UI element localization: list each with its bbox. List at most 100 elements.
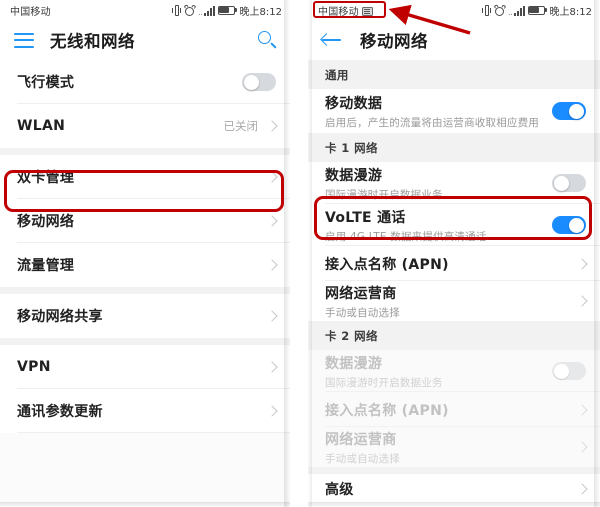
battery-icon — [527, 5, 547, 15]
row-title: 接入点名称 (APN) — [325, 402, 449, 419]
right-app-bar: 移动网络 — [308, 20, 600, 60]
row-subtitle: 国际漫游时开启数据业务 — [325, 376, 443, 389]
row-text: 流量管理 — [17, 255, 264, 275]
left-settings-list[interactable]: 飞行模式 WLAN 已关闭 双卡管理 移动网络 流量管理 移动网络共享 VPN … — [0, 60, 290, 507]
data-roaming-toggle-sim2 — [552, 362, 586, 380]
row-text: 移动数据 启用后，产生的流量将由运营商收取相应费用 — [325, 93, 552, 130]
mobile-data-toggle[interactable] — [552, 102, 586, 120]
row-subtitle: 国际漫游时开启数据业务 — [325, 188, 443, 201]
row-title: WLAN — [17, 118, 66, 134]
row-mobile-data[interactable]: 移动数据 启用后，产生的流量将由运营商收取相应费用 — [308, 89, 600, 133]
search-icon[interactable] — [258, 31, 277, 49]
screenshot-root: 中国移动 .. 晚上8:12 无线和网络 飞行模式 WLAN 已关闭 双卡管理 … — [0, 0, 600, 507]
vibrate-icon — [172, 4, 182, 16]
left-app-bar: 无线和网络 — [0, 20, 290, 60]
row-network-operator-sim2: 网络运营商 手动或自动选择 — [308, 427, 600, 467]
wlan-status-value: 已关闭 — [223, 119, 259, 133]
page-title: 移动网络 — [360, 32, 428, 51]
battery-icon — [217, 5, 237, 15]
carrier-label: 中国移动 — [318, 6, 359, 18]
volte-toggle[interactable] — [552, 216, 586, 234]
sidebar-item-wlan[interactable]: WLAN 已关闭 — [0, 104, 290, 148]
section-header-general: 通用 — [308, 60, 600, 89]
left-status-bar: 中国移动 .. 晚上8:12 — [0, 0, 290, 20]
chevron-right-icon — [576, 441, 588, 453]
mobile-network-settings-list[interactable]: 通用 移动数据 启用后，产生的流量将由运营商收取相应费用 卡 1 网络 数据漫游… — [308, 60, 600, 507]
group-separator — [0, 338, 290, 345]
settings-group: 飞行模式 WLAN 已关闭 — [0, 60, 290, 148]
row-title: 高级 — [325, 482, 354, 498]
row-subtitle: 手动或自动选择 — [325, 452, 400, 465]
settings-group-disabled: 数据漫游 国际漫游时开启数据业务 接入点名称 (APN) 网络运营商 手动或自动… — [308, 350, 600, 467]
row-text: 接入点名称 (APN) — [325, 254, 574, 274]
alarm-icon — [183, 3, 196, 16]
row-title: VPN — [17, 359, 51, 375]
status-bar-icons: .. 晚上8:12 — [482, 3, 592, 18]
group-separator — [308, 467, 600, 474]
row-text: 移动网络共享 — [17, 306, 264, 326]
row-subtitle: 启用 4G LTE 数据来提供高清通话 — [325, 230, 487, 243]
chevron-right-icon — [266, 120, 278, 132]
row-title: 网络运营商 — [325, 285, 397, 302]
sidebar-item-tethering[interactable]: 移动网络共享 — [0, 294, 290, 338]
row-divider — [17, 432, 290, 433]
sidebar-item-dual-sim[interactable]: 双卡管理 — [0, 155, 290, 199]
row-advanced[interactable]: 高级 — [308, 474, 600, 504]
settings-group: 双卡管理 移动网络 流量管理 — [0, 155, 290, 287]
sidebar-item-data-usage[interactable]: 流量管理 — [0, 243, 290, 287]
row-title: 飞行模式 — [17, 75, 75, 91]
row-title: VoLTE 通话 — [325, 209, 406, 226]
chevron-right-icon — [266, 215, 278, 227]
page-title: 无线和网络 — [50, 32, 135, 51]
row-title: 数据漫游 — [325, 167, 383, 184]
row-title: 网络运营商 — [325, 431, 397, 448]
sidebar-item-airplane-mode[interactable]: 飞行模式 — [0, 60, 290, 104]
row-text: 网络运营商 手动或自动选择 — [325, 429, 574, 466]
row-text: 移动网络 — [17, 211, 264, 231]
row-text: 数据漫游 国际漫游时开启数据业务 — [325, 353, 552, 390]
signal-icon: .. — [198, 5, 215, 16]
row-title: 移动网络 — [17, 214, 75, 230]
sidebar-item-vpn[interactable]: VPN — [0, 345, 290, 389]
row-title: 通讯参数更新 — [17, 404, 103, 420]
row-data-roaming-sim2: 数据漫游 国际漫游时开启数据业务 — [308, 350, 600, 392]
signal-icon: .. — [508, 5, 525, 16]
right-status-bar: 中国移动 .. 晚上8:12 — [308, 0, 600, 20]
row-text: 通讯参数更新 — [17, 401, 264, 421]
vibrate-icon — [482, 4, 492, 16]
settings-group: 移动网络共享 — [0, 294, 290, 338]
left-phone-screen: 中国移动 .. 晚上8:12 无线和网络 飞行模式 WLAN 已关闭 双卡管理 … — [0, 0, 290, 507]
sidebar-item-mobile-network[interactable]: 移动网络 — [0, 199, 290, 243]
row-data-roaming-sim1[interactable]: 数据漫游 国际漫游时开启数据业务 — [308, 162, 600, 204]
row-apn-sim2: 接入点名称 (APN) — [308, 392, 600, 427]
row-network-operator-sim1[interactable]: 网络运营商 手动或自动选择 — [308, 281, 600, 321]
data-roaming-toggle-sim1[interactable] — [552, 174, 586, 192]
row-title: 双卡管理 — [17, 170, 75, 186]
sidebar-item-comm-params-update[interactable]: 通讯参数更新 — [0, 389, 290, 433]
row-text: VPN — [17, 359, 264, 375]
settings-group: 数据漫游 国际漫游时开启数据业务 VoLTE 通话 启用 4G LTE 数据来提… — [308, 162, 600, 321]
row-text: 双卡管理 — [17, 167, 264, 187]
chevron-right-icon — [266, 171, 278, 183]
row-text: 接入点名称 (APN) — [325, 400, 574, 420]
right-phone-screen: 中国移动 .. 晚上8:12 移动网络 通用 移动数据 启用后，产生的流量将由运… — [308, 0, 600, 507]
row-title: 移动数据 — [325, 95, 383, 112]
row-apn-sim1[interactable]: 接入点名称 (APN) — [308, 246, 600, 281]
alarm-icon — [493, 3, 506, 16]
chevron-right-icon — [576, 257, 588, 270]
settings-group: VPN 通讯参数更新 — [0, 345, 290, 433]
back-arrow-icon[interactable] — [320, 31, 342, 49]
airplane-mode-toggle[interactable] — [242, 73, 276, 91]
row-text: WLAN — [17, 118, 224, 134]
row-title: 接入点名称 (APN) — [325, 256, 449, 273]
volte-badge-icon — [361, 6, 373, 16]
chevron-right-icon — [266, 361, 278, 373]
row-volte-call[interactable]: VoLTE 通话 启用 4G LTE 数据来提供高清通话 — [308, 204, 600, 246]
row-text: VoLTE 通话 启用 4G LTE 数据来提供高清通话 — [325, 207, 552, 244]
hamburger-icon[interactable] — [14, 32, 34, 48]
group-separator — [0, 148, 290, 155]
chevron-right-icon — [576, 483, 588, 495]
clock-label: 晚上8:12 — [239, 6, 282, 18]
group-separator — [0, 287, 290, 294]
row-subtitle: 启用后，产生的流量将由运营商收取相应费用 — [325, 116, 539, 129]
